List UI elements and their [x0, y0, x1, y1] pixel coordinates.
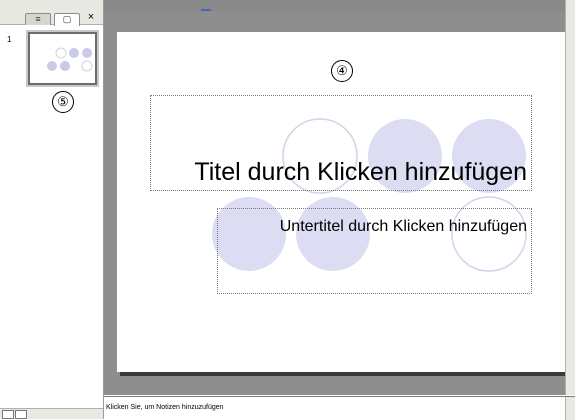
pane-tabs: ≡ ▢ ×: [0, 0, 103, 26]
close-pane-button[interactable]: ×: [85, 11, 97, 23]
slides-pane: ≡ ▢ × 1 ⑤: [0, 0, 104, 419]
subtitle-placeholder-text: Untertitel durch Klicken hinzufügen: [279, 218, 527, 235]
slide-thumbnail[interactable]: [28, 32, 97, 85]
tab-outline[interactable]: ≡: [25, 13, 51, 25]
notes-scrollbar[interactable]: [565, 397, 575, 420]
subtitle-placeholder[interactable]: Untertitel durch Klicken hinzufügen: [217, 208, 532, 294]
vertical-scrollbar[interactable]: [565, 0, 575, 395]
slide-canvas: ④ Titel durch Klicken hinzufügen Unterti…: [104, 0, 575, 395]
notes-placeholder: Klicken Sie, um Notizen hinzuzufügen: [106, 404, 224, 411]
slide[interactable]: ④ Titel durch Klicken hinzufügen Unterti…: [117, 32, 568, 372]
normal-view-button[interactable]: [2, 410, 14, 419]
sorter-view-button[interactable]: [15, 410, 27, 419]
notes-pane[interactable]: Klicken Sie, um Notizen hinzuzufügen: [104, 396, 575, 420]
ruler-marker: [201, 9, 211, 11]
view-buttons-bar: [0, 408, 103, 419]
title-placeholder[interactable]: Titel durch Klicken hinzufügen: [150, 95, 532, 191]
callout-5: ⑤: [52, 91, 74, 113]
slide-number: 1: [7, 35, 12, 44]
slide-background-circles: [212, 118, 527, 272]
title-placeholder-text: Titel durch Klicken hinzufügen: [194, 158, 527, 186]
tab-slides[interactable]: ▢: [54, 13, 80, 26]
canvas-top: [104, 0, 575, 12]
slides-icon: ▢: [62, 14, 72, 24]
callout-4: ④: [331, 60, 353, 82]
thumbnail-preview: [47, 47, 93, 72]
close-icon: ×: [87, 11, 95, 23]
outline-icon: ≡: [35, 14, 41, 24]
